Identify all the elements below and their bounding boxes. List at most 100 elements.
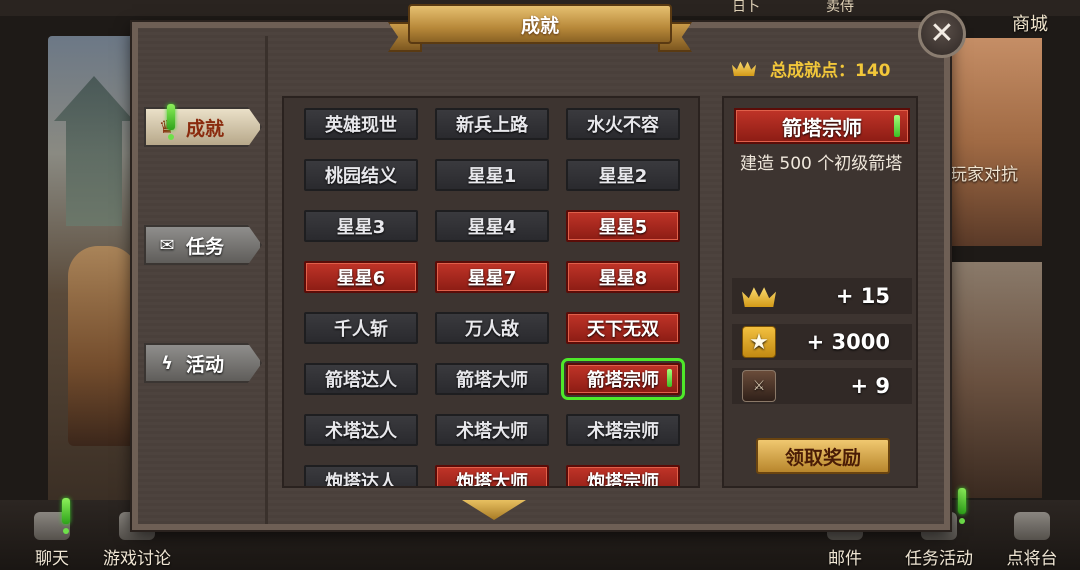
achievement-button[interactable]: 星星8 — [566, 261, 680, 293]
lightning-icon: ϟ — [161, 352, 173, 374]
achievement-detail: 箭塔宗师 建造 500 个初级箭塔 + 15 ★ + 3000 ⚔ + 9 领取… — [722, 96, 918, 488]
achievement-label: 箭塔达人 — [325, 370, 397, 391]
troop-icon: ⚔ — [742, 370, 776, 402]
achievement-label: 千人斩 — [334, 319, 388, 340]
achievement-label: 天下无双 — [587, 319, 659, 340]
tab-tasks-label: 任务 — [186, 235, 225, 258]
achievement-button[interactable]: 千人斩 — [304, 312, 418, 344]
achievement-button[interactable]: 万人敌 — [435, 312, 549, 344]
hero-figure — [68, 246, 138, 446]
discussion-label: 游戏讨论 — [103, 549, 171, 569]
star-icon: ★ — [742, 326, 776, 358]
achievement-button[interactable]: 星星7 — [435, 261, 549, 293]
achievement-label: 星星2 — [598, 166, 648, 187]
claim-reward-button[interactable]: 领取奖励 — [756, 438, 890, 474]
shop-button[interactable]: 商城 — [1012, 10, 1048, 36]
achievement-label: 万人敌 — [465, 319, 519, 340]
achievement-button[interactable]: 术塔达人 — [304, 414, 418, 446]
achievement-button[interactable]: 桃园结义 — [304, 159, 418, 191]
detail-title-text: 箭塔宗师 — [782, 115, 862, 140]
top-menu-item-1[interactable]: 日卜 — [732, 0, 772, 16]
scroll-icon: ✉ — [159, 234, 175, 256]
achievement-button[interactable]: 炮塔达人 — [304, 465, 418, 488]
detail-title: 箭塔宗师 — [734, 108, 910, 144]
achievement-button[interactable]: 箭塔大师 — [435, 363, 549, 395]
achievement-button[interactable]: 星星3 — [304, 210, 418, 242]
achievement-label: 箭塔大师 — [456, 370, 528, 391]
achievement-label: 星星1 — [467, 166, 517, 187]
achievement-button[interactable]: 术塔宗师 — [566, 414, 680, 446]
achievement-label: 星星4 — [467, 217, 517, 238]
achievement-button[interactable]: 星星4 — [435, 210, 549, 242]
close-button[interactable]: ✕ — [918, 10, 966, 58]
reward-row: + 15 — [732, 278, 912, 314]
achievement-label: 水火不容 — [587, 115, 659, 136]
dialog-title: 成就 — [520, 15, 559, 37]
achievement-label: 星星5 — [598, 217, 648, 238]
general-button[interactable]: 点将台 — [1000, 512, 1064, 569]
achievement-label: 星星6 — [336, 268, 386, 289]
task-activity-label: 任务活动 — [905, 549, 973, 569]
achievement-label: 箭塔宗师 — [587, 370, 659, 391]
achievement-button[interactable]: 天下无双 — [566, 312, 680, 344]
achievement-label: 星星8 — [598, 268, 648, 289]
alert-icon — [667, 369, 672, 387]
achievement-button[interactable]: 星星1 — [435, 159, 549, 191]
reward-row: ★ + 3000 — [732, 324, 912, 360]
tab-events[interactable]: ϟ 活动 — [144, 343, 262, 383]
crown-icon — [732, 60, 756, 76]
achievement-button[interactable]: 星星6 — [304, 261, 418, 293]
title-banner: 成就 — [388, 4, 692, 54]
reward-value: + 9 — [850, 374, 890, 398]
tab-achievements-label: 成就 — [186, 117, 225, 140]
tab-alert-icon — [167, 104, 175, 140]
achievement-grid: 英雄现世 新兵上路 水火不容桃园结义 星星1 星星2 星星3 星星4 星星5 星星6 星星7 星星8… — [282, 96, 700, 488]
mail-label: 邮件 — [828, 549, 862, 569]
achievement-label: 炮塔宗师 — [587, 472, 659, 488]
close-icon: ✕ — [929, 16, 955, 51]
general-icon — [1014, 512, 1050, 540]
achievement-button[interactable]: 星星2 — [566, 159, 680, 191]
achievement-button[interactable]: 新兵上路 — [435, 108, 549, 140]
background-hero-art — [48, 36, 144, 506]
achievement-label: 术塔达人 — [325, 421, 397, 442]
achievement-button[interactable]: 箭塔达人 — [304, 363, 418, 395]
achievement-label: 术塔宗师 — [587, 421, 659, 442]
achievement-button[interactable]: 英雄现世 — [304, 108, 418, 140]
achievement-button[interactable]: 星星5 — [566, 210, 680, 242]
tab-tasks[interactable]: ✉ 任务 — [144, 225, 262, 265]
tab-achievements[interactable]: ♛ 成就 — [144, 107, 262, 147]
achievement-label: 星星7 — [467, 268, 517, 289]
total-points-value: 140 — [855, 60, 891, 81]
task-alert-icon — [958, 488, 966, 524]
pvp-label[interactable]: 玩家对抗 — [950, 160, 1040, 185]
total-points: 总成就点：140 — [732, 56, 922, 81]
tower-illustration — [54, 76, 134, 226]
reward-value: + 3000 — [806, 330, 890, 354]
achievement-button[interactable]: 炮塔宗师 — [566, 465, 680, 488]
achievement-button[interactable]: 术塔大师 — [435, 414, 549, 446]
crown-icon — [742, 280, 776, 312]
total-points-label: 总成就点： — [770, 60, 855, 81]
achievement-label: 术塔大师 — [456, 421, 528, 442]
reward-row: ⚔ + 9 — [732, 368, 912, 404]
achievement-label: 炮塔达人 — [325, 472, 397, 488]
achievement-button[interactable]: 水火不容 — [566, 108, 680, 140]
tab-events-label: 活动 — [186, 353, 225, 376]
achievement-label: 桃园结义 — [325, 166, 397, 187]
reward-value: + 15 — [835, 284, 890, 308]
background-battle-art — [946, 262, 1042, 498]
achievement-label: 英雄现世 — [325, 115, 397, 136]
top-menu-item-2[interactable]: 卖侍 — [826, 0, 866, 16]
chat-alert-icon — [62, 498, 70, 534]
alert-icon — [894, 115, 900, 137]
chat-button[interactable]: 聊天 — [26, 512, 78, 569]
chat-label: 聊天 — [35, 549, 69, 569]
achievement-label: 新兵上路 — [456, 115, 528, 136]
achievement-label: 炮塔大师 — [456, 472, 528, 488]
achievement-label: 星星3 — [336, 217, 386, 238]
background-pvp-art — [946, 38, 1042, 246]
general-label: 点将台 — [1006, 549, 1058, 569]
achievement-button[interactable]: 箭塔宗师 — [561, 358, 685, 400]
achievement-button[interactable]: 炮塔大师 — [435, 465, 549, 488]
